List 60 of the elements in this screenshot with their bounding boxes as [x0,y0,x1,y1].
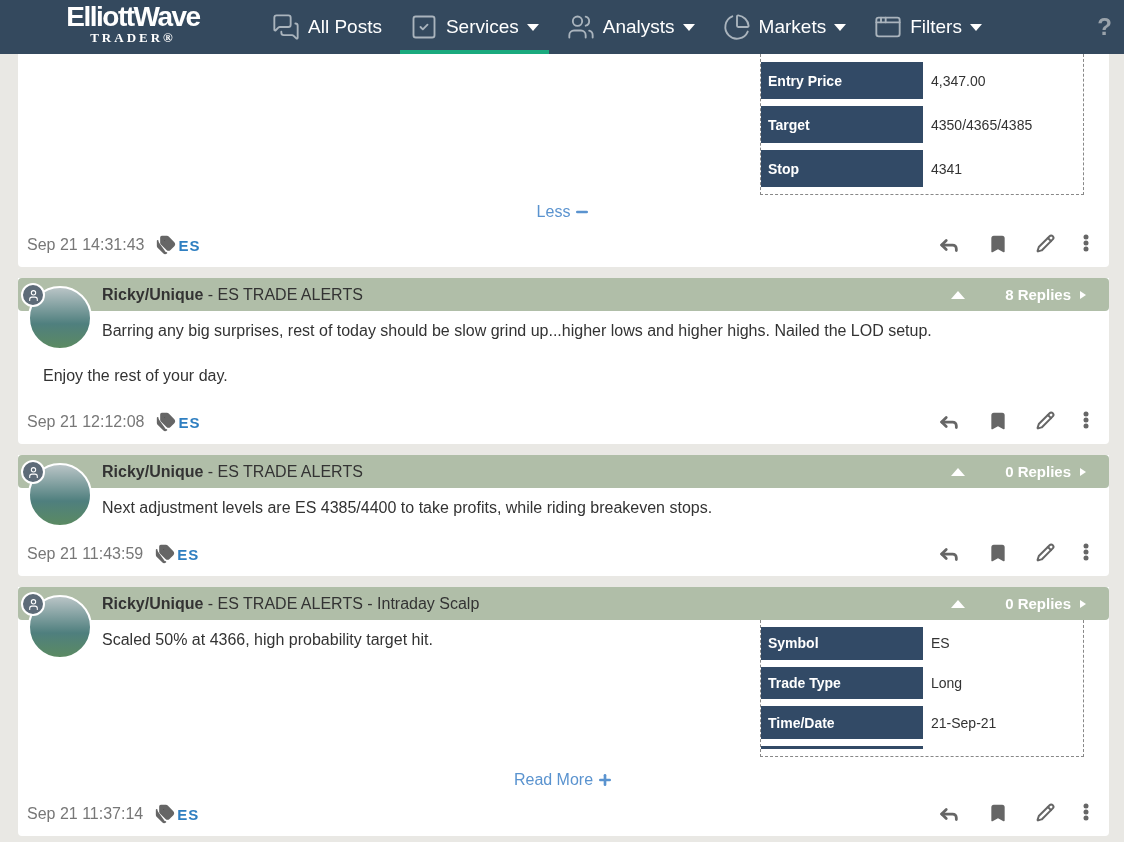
trade-label: Symbol [761,627,923,660]
caret-right-icon [1079,598,1087,609]
post-text: Next adjustment levels are ES 4385/4400 to take profits, while riding breakeven stops. [101,498,714,518]
more-dots-icon [1083,411,1089,429]
trade-value: 21-Sep-21 [930,713,997,733]
tag-link[interactable]: ES [177,545,200,563]
trade-value: 4341 [930,159,963,179]
pencil-icon [1036,803,1055,822]
trade-value: Long [930,674,963,693]
nav-tab[interactable]: Analysts [556,0,705,54]
bookmark-icon [988,543,1008,563]
post-timestamp: Sep 21 11:43:59 [27,545,144,563]
tag-icon [156,412,177,432]
less-link[interactable]: Less [536,203,591,221]
pencil-icon [1036,411,1055,430]
chat-bubbles-icon [272,13,300,41]
post-title: Ricky/Unique - ES TRADE ALERTS [102,285,364,304]
more-dots-icon [1083,234,1089,252]
post-text: Barring any big surprises, rest of today should be slow grind up...higher lows and higher highs. Nailed the LOD setup. [101,321,933,341]
trade-label: Target [761,106,923,143]
tag-link[interactable]: ES [178,413,201,431]
nav-tab[interactable]: All Posts [262,0,392,54]
tag-icon [156,235,177,255]
post-text: Scaled 50% at 4366, high probability target hit. [101,630,434,650]
tag-link[interactable]: ES [177,805,200,823]
more-dots-icon [1083,543,1089,561]
trade-label: Entry Price [761,62,923,99]
post-text: Enjoy the rest of your day. [42,366,229,386]
tag-link[interactable]: ES [178,236,201,254]
logo-subtitle: TRADER® [90,30,176,44]
tag-icon [155,544,176,564]
pie-chart-icon [722,13,751,41]
post-timestamp: Sep 21 12:12:08 [27,413,145,431]
trade-label: Stop [761,150,923,187]
post-title: Ricky/Unique - ES TRADE ALERTS - Intraday Scalp [102,594,481,613]
tag-icon [155,804,176,824]
people-icon [566,13,595,41]
help-button[interactable]: ? [1097,13,1112,41]
caret-right-icon [1079,289,1087,300]
bookmark-icon [988,234,1008,254]
more-dots-icon [1083,803,1089,821]
trade-value: ES [930,634,950,654]
logo[interactable]: ElliottWave TRADER® [40,0,226,54]
nav-tab[interactable]: Filters [864,0,992,54]
pencil-icon [1036,234,1055,253]
trade-value: 4350/4365/4385 [930,115,1033,135]
trade-label: Trade Type [761,666,923,700]
read-more-link[interactable]: Read More [513,771,614,789]
logo-name: ElliottWave [66,2,200,31]
trade-value: 4,347.00 [930,71,986,91]
trade-label: Time/Date [761,706,923,739]
post-timestamp: Sep 21 14:31:43 [27,236,145,254]
nav-tab[interactable]: Markets [712,0,857,54]
pencil-icon [1036,543,1055,562]
bookmark-icon [988,803,1008,823]
bookmark-icon [988,411,1008,431]
plus-icon [597,772,614,788]
post-timestamp: Sep 21 11:37:14 [27,805,144,823]
caret-right-icon [1079,466,1087,477]
post-title: Ricky/Unique - ES TRADE ALERTS [102,462,364,481]
